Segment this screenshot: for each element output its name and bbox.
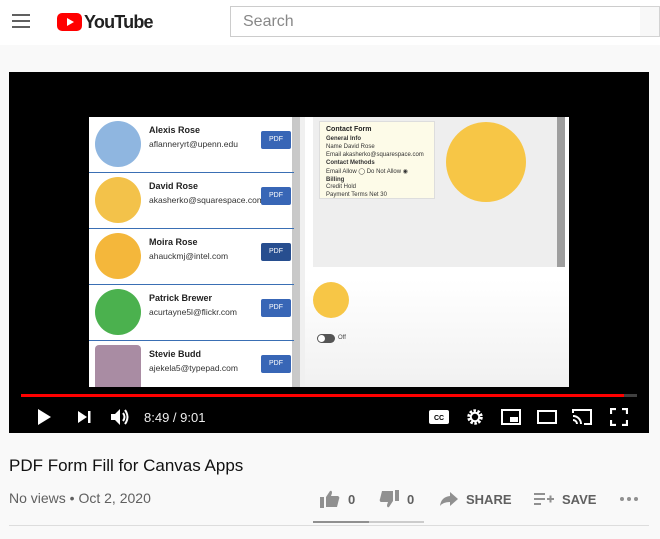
pdf-button: PDF bbox=[261, 131, 291, 149]
avatar bbox=[95, 345, 141, 387]
theater-mode-button[interactable] bbox=[536, 406, 558, 428]
gear-icon bbox=[467, 409, 483, 425]
pdf-button: PDF bbox=[261, 299, 291, 317]
portrait-image bbox=[446, 122, 526, 202]
form-line: Name David Rose bbox=[326, 144, 375, 150]
form-line: Billing bbox=[326, 177, 345, 183]
search-box bbox=[230, 6, 642, 37]
contact-email: aflanneryrt@upenn.edu bbox=[149, 139, 238, 149]
form-title: Contact Form bbox=[326, 126, 372, 133]
volume-icon bbox=[111, 409, 129, 425]
search-button[interactable] bbox=[640, 6, 660, 37]
contact-name: Alexis Rose bbox=[149, 125, 201, 135]
like-count: 0 bbox=[348, 491, 356, 507]
youtube-play-icon bbox=[57, 13, 82, 31]
fullscreen-button[interactable] bbox=[608, 406, 630, 428]
form-line: Contact Methods bbox=[326, 160, 375, 166]
menu-icon[interactable] bbox=[12, 14, 30, 28]
time-display: 8:49 / 9:01 bbox=[144, 410, 206, 425]
contact-name: Moira Rose bbox=[149, 237, 198, 247]
pdf-button: PDF bbox=[261, 187, 291, 205]
youtube-logo[interactable]: YouTube bbox=[57, 11, 154, 33]
play-button[interactable] bbox=[33, 406, 55, 428]
contact-form-card: Contact Form General Info Name David Ros… bbox=[319, 121, 435, 199]
thumbs-up-icon bbox=[320, 490, 340, 508]
share-icon bbox=[440, 492, 458, 506]
theater-icon bbox=[537, 410, 557, 424]
video-player[interactable]: Alexis Rose aflanneryrt@upenn.edu PDF Da… bbox=[9, 72, 649, 433]
divider bbox=[9, 525, 649, 526]
form-area: Contact Form General Info Name David Ros… bbox=[305, 117, 569, 387]
toggle-switch bbox=[317, 334, 335, 343]
contact-email: acurtayne5l@flickr.com bbox=[149, 307, 237, 317]
avatar bbox=[95, 177, 141, 223]
progress-bar[interactable] bbox=[21, 394, 637, 397]
dislike-button[interactable]: 0 bbox=[379, 487, 414, 511]
sentiment-fill bbox=[313, 521, 369, 523]
save-label: SAVE bbox=[562, 491, 597, 507]
form-line: Payment Terms Net 30 bbox=[326, 192, 387, 198]
form-line: Email akasherko@squarespace.com bbox=[326, 152, 424, 158]
contact-row: Alexis Rose aflanneryrt@upenn.edu PDF bbox=[89, 117, 294, 173]
like-button[interactable]: 0 bbox=[320, 487, 355, 511]
contact-email: akasherko@squarespace.com bbox=[149, 195, 264, 205]
captions-icon: CC bbox=[429, 410, 449, 424]
more-horizontal-icon bbox=[620, 497, 638, 501]
progress-fill bbox=[21, 394, 625, 397]
logo-text: YouTube bbox=[84, 11, 154, 32]
pdf-button: PDF bbox=[261, 355, 291, 373]
thumbs-down-icon bbox=[379, 490, 399, 508]
captions-button[interactable]: CC bbox=[428, 406, 450, 428]
share-button[interactable]: SHARE bbox=[440, 487, 512, 511]
video-meta: No views • Oct 2, 2020 bbox=[9, 490, 151, 506]
contact-name: Patrick Brewer bbox=[149, 293, 213, 303]
save-button[interactable]: SAVE bbox=[534, 487, 596, 511]
dislike-count: 0 bbox=[407, 491, 415, 507]
pdf-preview: Contact Form General Info Name David Ros… bbox=[313, 117, 565, 267]
contact-gallery: Alexis Rose aflanneryrt@upenn.edu PDF Da… bbox=[89, 117, 294, 387]
masthead: YouTube bbox=[0, 0, 660, 45]
miniplayer-icon bbox=[501, 409, 521, 425]
share-label: SHARE bbox=[466, 491, 512, 507]
avatar bbox=[95, 289, 141, 335]
gallery-scrollbar bbox=[294, 117, 300, 387]
toggle-label: Off bbox=[338, 335, 346, 341]
preview-scrollbar bbox=[557, 117, 565, 267]
pdf-button: PDF bbox=[261, 243, 291, 261]
volume-button[interactable] bbox=[107, 406, 133, 428]
settings-button[interactable] bbox=[464, 406, 486, 428]
more-actions-button[interactable] bbox=[619, 487, 639, 511]
form-line: Credit Hold bbox=[326, 184, 357, 190]
contact-name: Stevie Budd bbox=[149, 349, 202, 359]
fullscreen-icon bbox=[610, 408, 628, 426]
contact-name: David Rose bbox=[149, 181, 199, 191]
contact-email: ahauckmj@intel.com bbox=[149, 251, 229, 261]
playlist-add-icon bbox=[534, 493, 554, 505]
play-icon bbox=[38, 409, 51, 425]
contact-row: Patrick Brewer acurtayne5l@flickr.com PD… bbox=[89, 285, 294, 341]
video-title: PDF Form Fill for Canvas Apps bbox=[9, 456, 244, 475]
avatar bbox=[95, 233, 141, 279]
contact-email: ajekela5@typepad.com bbox=[149, 363, 238, 373]
thumbnail-image bbox=[313, 282, 349, 318]
next-button[interactable] bbox=[73, 406, 95, 428]
contact-row: Stevie Budd ajekela5@typepad.com PDF bbox=[89, 341, 294, 387]
next-icon bbox=[78, 411, 91, 423]
cast-button[interactable] bbox=[571, 406, 593, 428]
avatar bbox=[95, 121, 141, 167]
sentiment-bar bbox=[313, 521, 424, 523]
contact-row: Moira Rose ahauckmj@intel.com PDF bbox=[89, 229, 294, 285]
search-input[interactable] bbox=[231, 7, 641, 36]
form-line: General Info bbox=[326, 136, 362, 142]
video-frame: Alexis Rose aflanneryrt@upenn.edu PDF Da… bbox=[89, 117, 569, 387]
miniplayer-button[interactable] bbox=[500, 406, 522, 428]
player-controls: 8:49 / 9:01 CC bbox=[9, 402, 649, 433]
contact-row: David Rose akasherko@squarespace.com PDF bbox=[89, 173, 294, 229]
svg-text:CC: CC bbox=[434, 415, 444, 422]
form-line: Email Allow ◯ Do Not Allow ◉ bbox=[326, 169, 408, 175]
cast-icon bbox=[572, 409, 592, 425]
